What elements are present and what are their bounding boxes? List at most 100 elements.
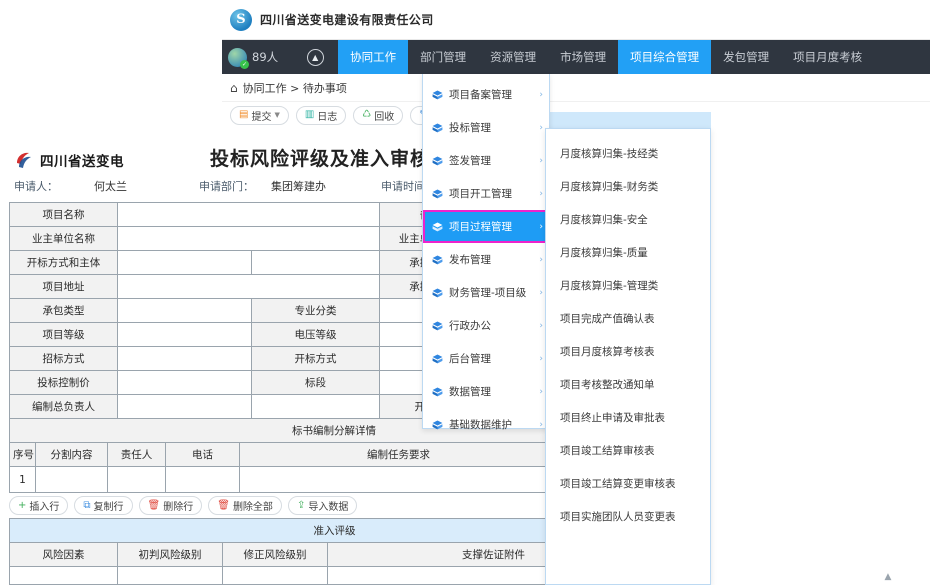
menu2-item-3[interactable]: 月度核算归集-质量: [546, 236, 710, 269]
breadcrumb-path: 协同工作 > 待办事项: [242, 81, 347, 95]
menu2-item-9[interactable]: 项目竣工结算审核表: [546, 434, 710, 467]
log-icon: ▥: [304, 109, 315, 120]
menu2-item-label: 项目竣工结算变更审核表: [560, 478, 676, 490]
chevron-right-icon: ›: [539, 386, 543, 397]
detail-column-header-2: 责任人: [107, 442, 166, 467]
chevron-right-icon: ›: [539, 419, 543, 430]
home-icon[interactable]: ⌂: [230, 81, 238, 95]
cube-icon: [432, 420, 443, 430]
row-button-label: 复制行: [93, 502, 124, 513]
menu1-item-8[interactable]: 后台管理 ›: [423, 342, 549, 375]
notification-button[interactable]: ▲: [292, 40, 338, 74]
nav-item-1[interactable]: 部门管理: [408, 40, 478, 74]
chevron-right-icon: ›: [539, 122, 543, 133]
app-titlebar: 四川省送变电建设有限责任公司: [222, 0, 930, 40]
chevron-down-icon: ▼: [274, 111, 280, 119]
online-check-icon: ✓: [240, 59, 249, 69]
form-brand: 四川省送变电: [14, 150, 124, 170]
menu1-item-label: 投标管理: [449, 122, 491, 134]
detail-column-header-0: 序号: [9, 442, 36, 467]
form-brand-name: 四川省送变电: [40, 154, 124, 170]
menu2-item-0[interactable]: 月度核算归集-技经类: [546, 137, 710, 170]
menu2-item-label: 项目月度核算考核表: [560, 346, 655, 358]
menu2-item-2[interactable]: 月度核算归集-安全: [546, 203, 710, 236]
user-count-label: 89人: [252, 50, 279, 64]
row-button-icon: 🗑: [147, 499, 161, 511]
row-button-1[interactable]: ⧉ 复制行: [74, 496, 133, 515]
menu2-item-11[interactable]: 项目实施团队人员变更表: [546, 500, 710, 533]
main-navbar: ✓ 89人 ▲ 协同工作 部门管理 资源管理 市场管理 项目综合管理 发包管理 项目月度考核: [222, 40, 930, 74]
menu2-item-label: 月度核算归集-技经类: [560, 148, 659, 160]
row-button-0[interactable]: + 插入行: [9, 496, 69, 515]
nav-item-label: 项目综合管理: [630, 50, 700, 64]
detail-row-cell[interactable]: [107, 466, 166, 493]
menu2-item-label: 月度核算归集-安全: [560, 214, 648, 226]
menu2-item-8[interactable]: 项目终止申请及审批表: [546, 401, 710, 434]
menu1-item-5[interactable]: 发布管理 ›: [423, 243, 549, 276]
menu2-item-label: 项目完成产值确认表: [560, 313, 655, 325]
menu1-item-label: 项目备案管理: [449, 89, 512, 101]
entry-column-header-1: 初判风险级别: [117, 542, 223, 567]
cube-icon: [432, 387, 443, 397]
entry-row-cell[interactable]: [117, 566, 223, 585]
menu1-item-label: 后台管理: [449, 353, 491, 365]
nav-item-0[interactable]: 协同工作: [338, 40, 409, 74]
row-button-2[interactable]: 🗑 删除行: [138, 496, 203, 515]
sichuan-logo-icon: [14, 150, 34, 170]
menu1-item-label: 发布管理: [449, 254, 491, 266]
menu1-item-10[interactable]: 基础数据维护 ›: [423, 408, 549, 441]
menu1-item-label: 项目过程管理: [449, 221, 512, 233]
cube-icon: [432, 288, 443, 298]
menu1-item-4[interactable]: 项目过程管理 ›: [423, 210, 549, 243]
menu2-item-7[interactable]: 项目考核整改通知单: [546, 368, 710, 401]
toolbar-button-0[interactable]: ▤ 提交 ▼: [230, 105, 289, 125]
menu1-item-2[interactable]: 签发管理 ›: [423, 144, 549, 177]
nav-item-5[interactable]: 发包管理: [711, 40, 781, 74]
cube-icon: [432, 321, 443, 331]
menu1-item-7[interactable]: 行政办公 ›: [423, 309, 549, 342]
menu-level2-top-strip: [545, 112, 711, 129]
menu2-item-10[interactable]: 项目竣工结算变更审核表: [546, 467, 710, 500]
menu1-item-1[interactable]: 投标管理 ›: [423, 111, 549, 144]
menu2-item-4[interactable]: 月度核算归集-管理类: [546, 269, 710, 302]
menu1-item-3[interactable]: 项目开工管理 ›: [423, 177, 549, 210]
entry-row-cell[interactable]: [9, 566, 118, 585]
chevron-right-icon: ›: [539, 155, 543, 166]
menu2-item-label: 项目终止申请及审批表: [560, 412, 665, 424]
company-name: 四川省送变电建设有限责任公司: [260, 13, 434, 27]
bell-circle-icon: ▲: [306, 48, 324, 66]
toolbar-button-1[interactable]: ▥ 日志: [295, 105, 347, 125]
form-field-label: 编制总负责人: [9, 394, 118, 419]
cube-icon: [432, 90, 443, 100]
form-field-label: 开标方式和主体: [9, 250, 118, 275]
cube-icon: [432, 222, 443, 232]
form-field-label: 业主单位名称: [9, 226, 118, 251]
detail-row-cell[interactable]: [35, 466, 108, 493]
menu1-item-label: 财务管理-项目级: [449, 287, 527, 299]
menu2-item-1[interactable]: 月度核算归集-财务类: [546, 170, 710, 203]
nav-item-3[interactable]: 市场管理: [548, 40, 618, 74]
row-button-icon: +: [18, 499, 27, 511]
row-button-label: 删除行: [163, 502, 194, 513]
nav-item-4[interactable]: 项目综合管理: [618, 40, 712, 74]
recycle-icon: ♺: [362, 109, 372, 120]
nav-item-label: 资源管理: [490, 50, 537, 64]
menu2-item-6[interactable]: 项目月度核算考核表: [546, 335, 710, 368]
scroll-up-icon[interactable]: ▲: [882, 571, 894, 583]
toolbar-button-label: 提交: [251, 111, 272, 123]
user-chip[interactable]: ✓ 89人: [222, 40, 293, 74]
menu1-item-label: 基础数据维护: [449, 419, 512, 431]
toolbar-button-label: 日志: [317, 111, 338, 123]
menu1-item-0[interactable]: 项目备案管理 ›: [423, 78, 549, 111]
menu2-item-5[interactable]: 项目完成产值确认表: [546, 302, 710, 335]
toolbar-button-2[interactable]: ♺ 回收: [353, 105, 404, 125]
cube-icon: [432, 189, 443, 199]
nav-item-6[interactable]: 项目月度考核: [781, 40, 874, 74]
menu2-item-label: 项目实施团队人员变更表: [560, 511, 676, 523]
menu1-item-6[interactable]: 财务管理-项目级 ›: [423, 276, 549, 309]
nav-item-2[interactable]: 资源管理: [478, 40, 548, 74]
screen-root: 四川省送变电 投标风险评级及准入审核表 申请人： 何太兰 申请部门： 集团筹建办…: [0, 0, 930, 585]
cube-icon: [432, 354, 443, 364]
chevron-right-icon: ›: [539, 188, 543, 199]
menu1-item-9[interactable]: 数据管理 ›: [423, 375, 549, 408]
